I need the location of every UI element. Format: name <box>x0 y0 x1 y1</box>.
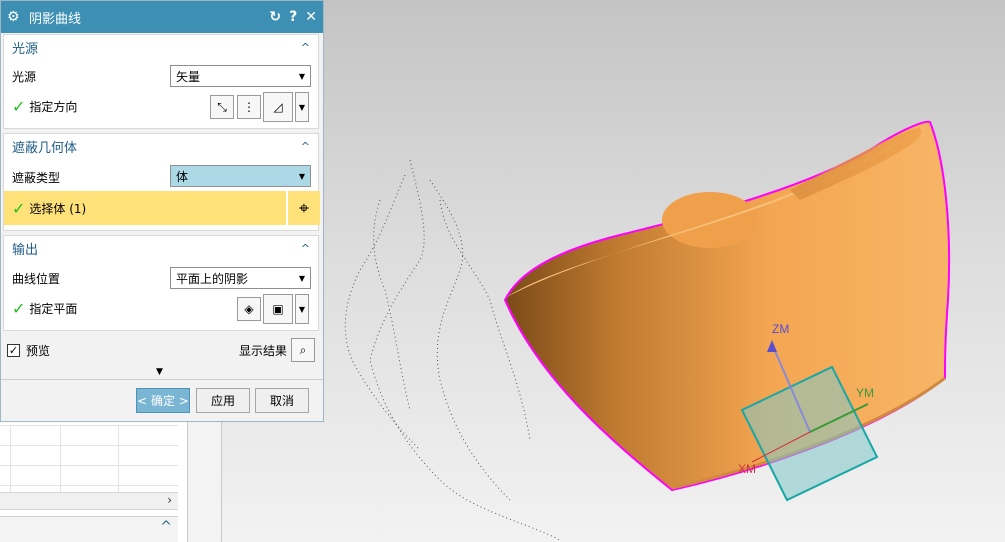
axis-label-y: YM <box>856 386 874 400</box>
preview-label: 预览 <box>26 343 51 358</box>
chevron-up-icon[interactable]: ^ <box>301 242 310 255</box>
ingot-body[interactable] <box>503 120 951 492</box>
group-header-occlusion[interactable]: 遮蔽几何体 ^ <box>4 134 318 158</box>
checkmark-icon: ✓ <box>12 96 26 116</box>
dialog-title: 阴影曲线 <box>29 11 82 27</box>
preview-row: ✓ 预览 显示结果 ⌕ <box>3 337 319 363</box>
dropdown-arrow-icon: ▼ <box>298 171 305 181</box>
close-icon[interactable]: ✕ <box>305 9 317 25</box>
cancel-button[interactable]: 取消 <box>255 388 309 413</box>
plane-dropdown-icon[interactable]: ▼ <box>295 294 309 324</box>
help-icon[interactable]: ? <box>289 9 297 25</box>
chevron-up-icon[interactable]: ^ <box>160 519 172 535</box>
dropdown-arrow-icon: ▼ <box>298 71 305 81</box>
axis-label-z: ZM <box>772 322 790 336</box>
select-body-label: 选择体 (1) <box>29 201 87 216</box>
plane-dialog-icon[interactable]: ▣ <box>263 294 293 324</box>
group-occlusion-geometry: 遮蔽几何体 ^ 遮蔽类型 体 ▼ ✓ 选择体 (1) ⌖ <box>3 133 320 231</box>
apply-button[interactable]: 应用 <box>196 388 250 413</box>
occlusion-type-select[interactable]: 体 ▼ <box>170 165 311 187</box>
shadow-curve-dialog: ⚙ 阴影曲线 ↻ ? ✕ 光源 ^ 光源 矢量 ▼ ✓ 指定方向 ⤡ ⋮ ◿ ▼ … <box>0 0 324 422</box>
shadow-curve <box>344 159 561 541</box>
group-header-light-source[interactable]: 光源 ^ <box>4 35 318 59</box>
axis-label-x: XM <box>738 462 756 476</box>
checkmark-icon: ✓ <box>12 298 26 318</box>
vector-dialog-icon[interactable]: ◿ <box>263 92 293 122</box>
separator <box>1 379 323 380</box>
chevron-up-icon[interactable]: ^ <box>301 140 310 153</box>
checkmark-icon: ✓ <box>12 198 26 218</box>
gear-icon[interactable]: ⚙ <box>7 9 23 25</box>
light-source-select[interactable]: 矢量 ▼ <box>170 65 311 87</box>
group-light-source: 光源 ^ 光源 矢量 ▼ ✓ 指定方向 ⤡ ⋮ ◿ ▼ <box>3 34 319 129</box>
inferred-plane-icon[interactable]: ◈ <box>237 297 261 321</box>
vector-dropdown-icon[interactable]: ▼ <box>295 92 309 122</box>
ok-button[interactable]: < 确定 > <box>136 388 190 413</box>
expand-more-icon[interactable]: ▼ <box>156 367 163 377</box>
crosshair-icon[interactable]: ⌖ <box>286 191 320 225</box>
chevron-up-icon[interactable]: ^ <box>301 41 310 54</box>
curve-position-select[interactable]: 平面上的阴影 ▼ <box>170 267 311 289</box>
select-body-row[interactable]: ✓ 选择体 (1) ⌖ <box>4 191 320 225</box>
horizontal-scrollbar[interactable]: › <box>0 492 178 510</box>
scroll-right-icon[interactable]: › <box>167 493 172 507</box>
magnifier-icon[interactable]: ⌕ <box>291 338 315 362</box>
dialog-titlebar: ⚙ 阴影曲线 ↻ ? ✕ <box>1 1 323 33</box>
vector-inverse-icon[interactable]: ⤡ <box>210 95 234 119</box>
group-output: 输出 ^ 曲线位置 平面上的阴影 ▼ ✓ 指定平面 ◈ ▣ ▼ <box>3 235 319 331</box>
preview-checkbox[interactable]: ✓ <box>7 343 20 357</box>
show-result-label: 显示结果 <box>238 343 287 358</box>
inferred-vector-icon[interactable]: ⋮ <box>237 95 261 119</box>
group-header-output[interactable]: 输出 ^ <box>4 236 318 260</box>
reset-icon[interactable]: ↻ <box>269 9 281 25</box>
dropdown-arrow-icon: ▼ <box>298 273 305 283</box>
navigator-bottom-bar: ^ <box>0 516 178 542</box>
